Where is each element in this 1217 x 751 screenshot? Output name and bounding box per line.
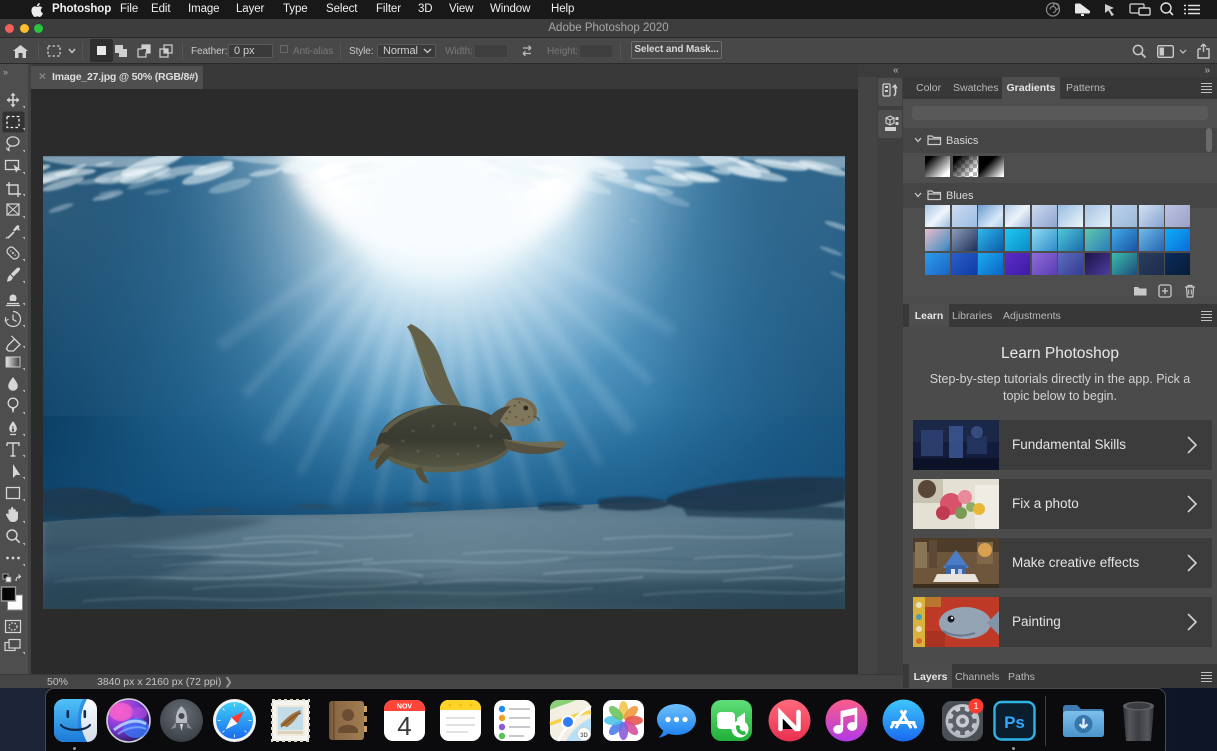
svg-text:3D: 3D bbox=[580, 733, 588, 739]
svg-text:NOV: NOV bbox=[396, 704, 412, 711]
svg-text:»: » bbox=[3, 67, 8, 77]
svg-text:4: 4 bbox=[397, 711, 411, 741]
svg-text:1: 1 bbox=[973, 701, 978, 711]
svg-text:Ps: Ps bbox=[1004, 713, 1025, 732]
